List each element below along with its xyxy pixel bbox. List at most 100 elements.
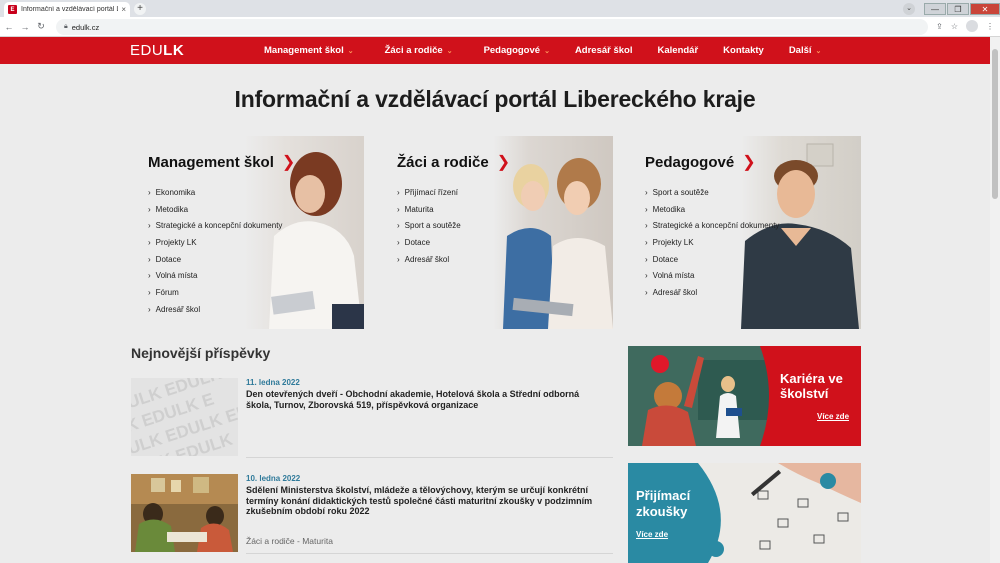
card-link[interactable]: › Dotace (397, 234, 461, 251)
profile-avatar[interactable] (966, 20, 978, 32)
card-title[interactable]: Žáci a rodiče ❯ (397, 152, 510, 172)
card-link-text: Adresář škol (404, 254, 450, 264)
tab-close-icon[interactable]: × (121, 5, 126, 14)
back-icon[interactable]: ← (2, 22, 16, 32)
nav-kalendar[interactable]: Kalendář (658, 45, 699, 56)
chevron-down-icon: ⌄ (347, 47, 354, 55)
post-date: 11. ledna 2022 (246, 378, 300, 387)
bullet-icon: › (645, 237, 648, 247)
card-zaci-a-rodice: Žáci a rodiče ❯ › Přijímací řízení › Maturi… (380, 136, 613, 329)
card-link[interactable]: › Maturita (397, 201, 461, 218)
nav-dalsi[interactable]: Další ⌄ (789, 45, 822, 56)
bullet-icon: › (397, 237, 400, 247)
post-title-link[interactable]: Den otevřených dveří - Obchodní akademie… (246, 389, 606, 410)
nav-label: Management škol (264, 45, 344, 56)
post-title-link[interactable]: Sdělení Ministerstva školství, mládeže a… (246, 485, 606, 517)
bullet-icon: › (645, 221, 648, 231)
nav-pedagogove[interactable]: Pedagogové ⌄ (484, 45, 550, 56)
card-link[interactable]: › Strategické a koncepční dokumenty (148, 217, 282, 234)
arrow-right-icon[interactable]: ❯ (742, 152, 755, 172)
scrollbar-thumb[interactable] (992, 49, 998, 199)
bullet-icon: › (397, 254, 400, 264)
minimize-button[interactable]: — (924, 2, 946, 15)
bullet-icon: › (645, 254, 648, 264)
reload-icon[interactable]: ↻ (34, 21, 48, 32)
share-icon[interactable]: ⇪ (936, 22, 943, 31)
card-link[interactable]: › Adresář škol (148, 301, 282, 318)
nav-kontakty[interactable]: Kontakty (723, 45, 764, 56)
card-link[interactable]: › Sport a soutěže (397, 217, 461, 234)
arrow-right-icon[interactable]: ❯ (282, 152, 295, 172)
bullet-icon: › (148, 271, 151, 281)
card-title-text: Management škol (148, 153, 274, 171)
card-link[interactable]: › Dotace (645, 251, 779, 268)
card-link-text: Projekty LK (155, 237, 197, 247)
bullet-icon: › (148, 187, 151, 197)
new-tab-button[interactable]: + (134, 3, 146, 15)
post-separator (246, 553, 613, 554)
card-link[interactable]: › Adresář škol (645, 284, 779, 301)
url-text: edulk.cz (71, 22, 100, 32)
card-link[interactable]: › Dotace (148, 251, 282, 268)
bullet-icon: › (148, 304, 151, 314)
forward-icon[interactable]: → (18, 22, 32, 32)
site-logo[interactable]: EDULK (130, 42, 184, 59)
card-link[interactable]: › Metodika (148, 201, 282, 218)
page-scrollbar[interactable] (990, 37, 1000, 563)
card-link-text: Dotace (652, 254, 679, 264)
card-link[interactable]: › Metodika (645, 201, 779, 218)
browser-tab[interactable]: E Informační a vzdělávací portál Li... × (4, 2, 130, 17)
chevron-down-icon: ⌄ (544, 47, 550, 55)
card-link[interactable]: › Fórum (148, 284, 282, 301)
card-link[interactable]: › Strategické a koncepční dokumenty (645, 217, 779, 234)
card-link[interactable]: › Projekty LK (148, 234, 282, 251)
card-link-text: Volná místa (652, 271, 695, 281)
address-bar[interactable]: 🔒︎ edulk.cz (56, 19, 928, 35)
card-link-text: Ekonomika (155, 187, 196, 197)
tab-search-icon[interactable]: ⌄ (903, 2, 915, 15)
card-link-list: › Přijímací řízení › Maturita › Sport a sou… (397, 184, 461, 267)
post-thumbnail-edulk-pattern: EDULK EDULK DULK EDULK E ULK EDULK ED ED… (131, 378, 238, 456)
nav-label: Adresář škol (574, 45, 633, 56)
browser-tab-strip: E Informační a vzdělávací portál Li... ×… (0, 0, 1000, 17)
promo-title-line: zkoušky (636, 504, 688, 519)
promo-title-line: školství (780, 386, 829, 401)
close-window-button[interactable]: ✕ (970, 2, 1000, 15)
page-title: Informační a vzdělávací portál Liberecké… (234, 86, 756, 112)
bookmark-star-icon[interactable]: ☆ (951, 22, 958, 31)
nav-label: Kontakty (723, 45, 764, 56)
bullet-icon: › (645, 204, 648, 214)
card-title-text: Pedagogové (645, 153, 735, 171)
card-link[interactable]: › Volná místa (148, 267, 282, 284)
bullet-icon: › (397, 221, 400, 231)
card-link[interactable]: › Sport a soutěže (645, 184, 779, 201)
site-header: EDULK Management škol ⌄ Žáci a rodiče ⌄ Pe… (0, 37, 990, 64)
nav-label: Žáci a rodiče (384, 45, 443, 56)
nav-adresar-skol[interactable]: Adresář škol (575, 45, 633, 56)
card-title[interactable]: Pedagogové ❯ (645, 152, 756, 172)
card-link[interactable]: › Přijímací řízení (397, 184, 461, 201)
card-pedagogove: Pedagogové ❯ › Sport a soutěže › Metodika ›… (628, 136, 861, 329)
arrow-right-icon[interactable]: ❯ (497, 152, 510, 172)
nav-zaci-a-rodice[interactable]: Žáci a rodiče ⌄ (385, 45, 453, 56)
menu-kebab-icon[interactable]: ⋮ (986, 22, 994, 31)
post-categories[interactable]: Žáci a rodiče - Maturita (246, 536, 333, 546)
card-link[interactable]: › Volná místa (645, 267, 779, 284)
card-link[interactable]: › Ekonomika (148, 184, 282, 201)
promo-more-link[interactable]: Více zde (817, 412, 849, 421)
card-title[interactable]: Management škol ❯ (148, 152, 295, 172)
bullet-icon: › (645, 271, 648, 281)
main-nav: Management škol ⌄ Žáci a rodiče ⌄ Pedagogo… (264, 37, 821, 64)
post-item[interactable]: 10. ledna 2022 Sdělení Ministerstva škol… (131, 474, 613, 554)
promo-title: Kariéra ve školství (780, 371, 843, 401)
maximize-button[interactable]: ❐ (947, 2, 969, 15)
promo-kariera[interactable]: Kariéra ve školství Více zde (628, 346, 861, 446)
card-link-list: › Ekonomika › Metodika › Strategické a konc… (148, 184, 282, 318)
post-thumbnail-students-exam (131, 474, 238, 552)
promo-prijimaci-zkousky[interactable]: Přijímací zkoušky Více zde (628, 463, 861, 563)
card-link[interactable]: › Projekty LK (645, 234, 779, 251)
promo-more-link[interactable]: Více zde (636, 530, 668, 539)
nav-management-skol[interactable]: Management škol ⌄ (264, 45, 354, 56)
card-link[interactable]: › Adresář škol (397, 251, 461, 268)
post-item[interactable]: EDULK EDULK DULK EDULK E ULK EDULK ED ED… (131, 378, 613, 458)
